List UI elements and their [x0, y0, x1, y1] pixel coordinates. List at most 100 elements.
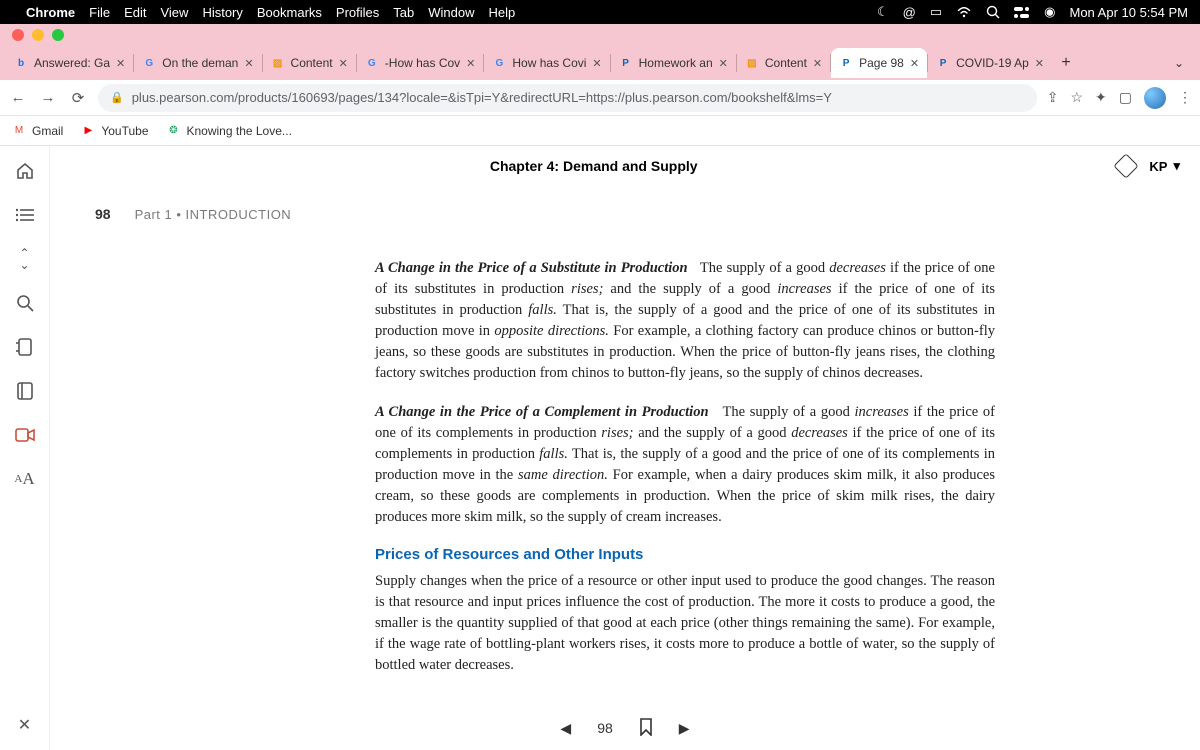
tab-close-icon[interactable]: ✕	[339, 57, 348, 70]
reload-button[interactable]: ⟳	[68, 89, 88, 107]
menu-help[interactable]: Help	[489, 5, 516, 20]
tab-label: Content	[291, 56, 333, 70]
bookmark-label: YouTube	[101, 124, 148, 138]
profile-avatar[interactable]	[1144, 87, 1166, 109]
menu-tab[interactable]: Tab	[393, 5, 414, 20]
tabs-overflow-button[interactable]: ⌄	[1164, 56, 1194, 70]
close-sidebar-icon[interactable]: ✕	[14, 714, 36, 736]
at-icon[interactable]: @	[903, 5, 916, 20]
user-menu[interactable]: KP▾	[1149, 158, 1180, 174]
bookmark-item[interactable]: M Gmail	[12, 124, 63, 138]
menu-edit[interactable]: Edit	[124, 5, 146, 20]
search-icon[interactable]	[986, 5, 1000, 19]
tab-close-icon[interactable]: ✕	[466, 57, 475, 70]
tab-close-icon[interactable]: ✕	[1035, 57, 1044, 70]
search-tool-icon[interactable]	[14, 292, 36, 314]
reader-sidebar: ⌃⌄ AA ✕	[0, 146, 50, 750]
browser-tab[interactable]: GHow has Covi✕	[484, 48, 609, 78]
scrubber-icon[interactable]	[14, 336, 36, 358]
tab-close-icon[interactable]: ✕	[116, 57, 125, 70]
siri-icon[interactable]: ◉	[1044, 4, 1055, 20]
menu-window[interactable]: Window	[428, 5, 474, 20]
reader-header: Chapter 4: Demand and Supply KP▾	[50, 146, 1200, 186]
home-icon[interactable]	[14, 160, 36, 182]
macos-menubar: Chrome File Edit View History Bookmarks …	[0, 0, 1200, 24]
browser-tab[interactable]: ▨ Content ✕	[263, 48, 356, 78]
wifi-icon[interactable]	[956, 6, 972, 18]
moon-icon[interactable]: ☾	[877, 4, 889, 20]
menu-history[interactable]: History	[202, 5, 242, 20]
browser-tab[interactable]: G On the deman ✕	[134, 48, 261, 78]
tab-label: On the deman	[162, 56, 238, 70]
prev-page-button[interactable]: ◀	[560, 720, 571, 737]
browser-tab[interactable]: P Homework an ✕	[611, 48, 736, 78]
minimize-window[interactable]	[32, 29, 44, 41]
text-size-icon[interactable]: AA	[14, 468, 36, 490]
menu-view[interactable]: View	[160, 5, 188, 20]
next-page-button[interactable]: ▶	[679, 720, 690, 737]
page-scroll[interactable]: 98 Part 1 • INTRODUCTION A Change in the…	[50, 186, 1200, 750]
extensions-icon[interactable]: ✦	[1095, 89, 1107, 106]
para2-body: The supply of a good increases if the pr…	[375, 404, 995, 525]
bookmark-item[interactable]: ▶YouTube	[81, 124, 148, 138]
favicon-icon: P	[619, 56, 633, 70]
notebook-icon[interactable]	[14, 380, 36, 402]
video-icon[interactable]	[14, 424, 36, 446]
close-window[interactable]	[12, 29, 24, 41]
browser-tab[interactable]: ▨ Content ✕	[737, 48, 830, 78]
favicon-icon: b	[14, 56, 28, 70]
favicon-icon: ▨	[745, 56, 759, 70]
running-head: 98 Part 1 • INTRODUCTION	[95, 206, 995, 222]
fullscreen-window[interactable]	[52, 29, 64, 41]
tab-close-icon[interactable]: ✕	[910, 57, 919, 70]
reader-app: ⌃⌄ AA ✕ Chapter 4: Demand and Supply KP▾…	[0, 146, 1200, 750]
current-page: 98	[597, 720, 613, 736]
tag-icon[interactable]	[1114, 153, 1139, 178]
favicon-icon: P	[839, 56, 853, 70]
favicon-icon: P	[936, 56, 950, 70]
clock[interactable]: Mon Apr 10 5:54 PM	[1069, 5, 1188, 20]
tab-close-icon[interactable]: ✕	[719, 57, 728, 70]
new-tab-button[interactable]: +	[1052, 54, 1080, 72]
favicon-icon: G	[492, 56, 506, 70]
back-button[interactable]: ←	[8, 89, 28, 106]
menu-profiles[interactable]: Profiles	[336, 5, 379, 20]
kebab-menu-icon[interactable]: ⋮	[1178, 89, 1192, 106]
updown-icon[interactable]: ⌃⌄	[14, 248, 36, 270]
share-icon[interactable]: ⇪	[1047, 89, 1059, 106]
bookmark-favicon-icon: M	[12, 124, 26, 138]
tab-label: -How has Cov	[385, 56, 460, 70]
favicon-icon: ▨	[271, 56, 285, 70]
star-icon[interactable]: ☆	[1070, 89, 1083, 106]
browser-tab[interactable]: G-How has Cov✕	[357, 48, 484, 78]
tab-close-icon[interactable]: ✕	[592, 57, 601, 70]
bookmark-label: Knowing the Love...	[187, 124, 292, 138]
browser-tab[interactable]: PPage 98✕	[831, 48, 927, 78]
browser-chrome: bAnswered: Ga✕ G On the deman ✕ ▨ Content ✕ G -H…	[0, 24, 1200, 80]
bookmark-item[interactable]: ❂Knowing the Love...	[167, 124, 292, 138]
bookmark-page-icon[interactable]	[639, 718, 653, 739]
tab-close-icon[interactable]: ✕	[813, 57, 822, 70]
tab-close-icon[interactable]: ✕	[244, 57, 253, 70]
side-panel-icon[interactable]: ▢	[1119, 89, 1132, 106]
menu-file[interactable]: File	[89, 5, 110, 20]
forward-button[interactable]: →	[38, 89, 58, 106]
app-name[interactable]: Chrome	[26, 5, 75, 20]
paragraph-resources: Supply changes when the price of a resou…	[375, 571, 995, 676]
paragraph-complement: A Change in the Price of a Complement in…	[375, 402, 995, 528]
browser-tab[interactable]: PCOVID-19 Ap✕	[928, 48, 1052, 78]
battery-icon[interactable]: ▭	[930, 4, 942, 20]
address-bar[interactable]: 🔒 plus.pearson.com/products/160693/pages…	[98, 84, 1037, 112]
lock-icon: 🔒	[110, 91, 124, 104]
section-heading: Prices of Resources and Other Inputs	[375, 546, 995, 563]
tab-label: Content	[765, 56, 807, 70]
control-center-icon[interactable]	[1014, 7, 1030, 18]
reader-content: Chapter 4: Demand and Supply KP▾ 98 Part…	[50, 146, 1200, 750]
url-text: plus.pearson.com/products/160693/pages/1…	[132, 90, 832, 105]
browser-tab[interactable]: bAnswered: Ga✕	[6, 48, 133, 78]
menu-bookmarks[interactable]: Bookmarks	[257, 5, 322, 20]
tab-label: Homework an	[639, 56, 713, 70]
bookmark-label: Gmail	[32, 124, 63, 138]
toc-icon[interactable]	[14, 204, 36, 226]
favicon-icon: G	[142, 56, 156, 70]
